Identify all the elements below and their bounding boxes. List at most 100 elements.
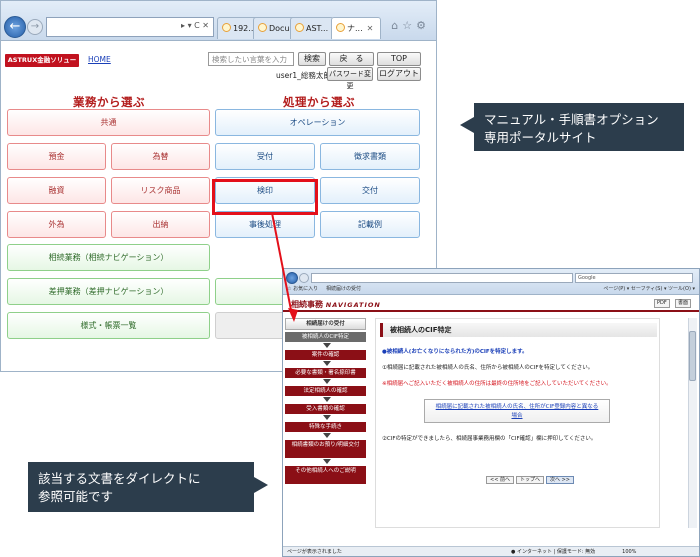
menu-button-seizure[interactable]: 差押業務（差押ナビゲーション） xyxy=(7,278,210,305)
command-bar[interactable]: ページ(P) ▾ セーフティ(S) ▾ ツール(O) ▾ xyxy=(603,285,695,292)
browser-tab[interactable]: AST... xyxy=(290,17,334,39)
back-arrow-icon[interactable] xyxy=(286,272,298,284)
address-bar[interactable]: ▸ ▾ C ✕ xyxy=(46,17,214,37)
menu-button-financing[interactable]: 融資 xyxy=(7,177,106,204)
down-arrow-icon xyxy=(322,459,331,464)
home-icon[interactable]: ⌂ xyxy=(391,19,402,32)
down-arrow-icon xyxy=(322,397,331,402)
search-input[interactable]: Google xyxy=(575,273,693,283)
logo-suffix: NAVIGATION xyxy=(325,301,381,309)
forward-arrow-icon[interactable] xyxy=(299,273,309,283)
section-title-process: 処理から選ぶ xyxy=(283,95,355,109)
menu-button-common[interactable]: 共通 xyxy=(7,109,210,136)
step-item[interactable]: 被相続人のCIF特定 xyxy=(285,332,366,342)
password-change-button[interactable]: パスワード変更 xyxy=(327,67,373,90)
globe-icon: ● xyxy=(511,549,516,555)
close-tab-icon[interactable]: ✕ xyxy=(367,24,374,33)
menu-button-collection[interactable]: 徴求書類 xyxy=(320,143,420,170)
next-button[interactable]: 次へ >> xyxy=(545,476,574,484)
callout-text-line: 参照可能です xyxy=(38,489,114,504)
menu-button-inheritance[interactable]: 相続業務（相続ナビゲーション） xyxy=(7,244,210,271)
link-text-line: 場合 xyxy=(511,413,523,419)
address-bar[interactable] xyxy=(311,273,573,283)
down-arrow-icon xyxy=(322,433,331,438)
content-panel: 被相続人のCIF特定 ●被相続人(お亡くなりになられた方)のCIFを特定します。… xyxy=(375,318,660,528)
step-item[interactable]: 法定相続人の確認 xyxy=(285,386,366,396)
status-bar: ページが表示されました ● インターネット | 保護モード: 無効 100% xyxy=(283,546,699,556)
step-item[interactable]: その他相続人へのご説明 xyxy=(285,466,366,484)
favorites-bar: ☆ お気に入り 相続届けの受付 xyxy=(287,285,361,292)
down-arrow-icon xyxy=(322,361,331,366)
down-arrow-icon xyxy=(322,343,331,348)
page-icon xyxy=(336,23,345,32)
logout-button[interactable]: ログアウト xyxy=(377,67,421,81)
zoom-level[interactable]: 100% xyxy=(622,549,636,555)
menu-button-risk[interactable]: リスク商品 xyxy=(111,177,210,204)
menu-button-office[interactable]: 事後処理 xyxy=(215,211,315,238)
page-icon xyxy=(295,23,304,32)
site-header: 相続事務 NAVIGATION PDF 書面 xyxy=(283,296,699,312)
gear-icon[interactable]: ⚙ xyxy=(416,19,430,32)
menu-button-disbursement[interactable]: 出納 xyxy=(111,211,210,238)
step-item[interactable]: 必要な書類・署名捺印書 xyxy=(285,368,366,378)
down-arrow-icon xyxy=(322,379,331,384)
step-navigation-title: 相続届けの受付 xyxy=(285,318,366,330)
star-icon[interactable]: ☆ xyxy=(287,286,291,292)
menu-button-receipt[interactable]: 受付 xyxy=(215,143,315,170)
content-warning: ※相続届へご記入いただく被相続人の住所は最終の住所地をご記入していただいてくださ… xyxy=(382,381,612,387)
callout-text-line: マニュアル・手順書オプション xyxy=(484,112,659,127)
status-text: ページが表示されました xyxy=(287,549,342,555)
menu-button-forms[interactable]: 様式・帳票一覧 xyxy=(7,312,210,339)
callout-pointer xyxy=(254,477,268,493)
menu-button-foreign[interactable]: 外為 xyxy=(7,211,106,238)
star-icon[interactable]: ☆ xyxy=(402,19,416,32)
callout-text-line: 専用ポータルサイト xyxy=(484,130,597,145)
content-paragraph: ②CIFの特定ができましたら、相続届事業務用欄の「CIF確認」欄に押印してくださ… xyxy=(382,436,597,442)
user-label: user1_総務太郎 xyxy=(276,71,331,80)
menu-button-deposit[interactable]: 預金 xyxy=(7,143,106,170)
step-item[interactable]: 相続書類のお預り/明細交付 xyxy=(285,440,366,458)
search-input[interactable]: 検索したい言葉を入力 xyxy=(208,52,294,66)
security-zone: ● インターネット | 保護モード: 無効 100% xyxy=(511,549,637,555)
brand-logo: ASTRUX金融ソリューション xyxy=(5,54,79,77)
callout-direct-reference: 該当する文書をダイレクトに 参照可能です xyxy=(28,462,268,512)
browser-toolbar: Google ☆ お気に入り 相続届けの受付 ページ(P) ▾ セーフティ(S)… xyxy=(283,269,699,295)
forward-arrow-icon[interactable]: → xyxy=(27,19,43,35)
browser-toolbar-icons: ⌂☆⚙ xyxy=(391,19,430,32)
content-bullet: ●被相続人(お亡くなりになられた方)のCIFを特定します。 xyxy=(382,349,528,355)
navigation-browser-window: Google ☆ お気に入り 相続届けの受付 ページ(P) ▾ セーフティ(S)… xyxy=(282,268,700,557)
pdf-button[interactable]: PDF xyxy=(654,299,670,308)
page-icon xyxy=(222,23,231,32)
print-button[interactable]: 書面 xyxy=(675,299,692,308)
refresh-icon[interactable]: ▸ ▾ C ✕ xyxy=(181,21,209,30)
content-title: 被相続人のCIF特定 xyxy=(380,323,657,337)
tab-title[interactable]: 相続届けの受付 xyxy=(326,286,361,292)
home-link[interactable]: HOME xyxy=(88,55,111,64)
step-item[interactable]: 案件の確認 xyxy=(285,350,366,360)
menu-button-exchange[interactable]: 為替 xyxy=(111,143,210,170)
back-button[interactable]: 戻 る xyxy=(329,52,374,66)
back-arrow-icon[interactable]: ← xyxy=(4,16,26,38)
callout-text-line: 該当する文書をダイレクトに xyxy=(38,471,201,486)
page-icon xyxy=(258,23,267,32)
step-item[interactable]: 特殊な手続き xyxy=(285,422,366,432)
cif-mismatch-link[interactable]: 相続届に記載された被相続人の氏名、住所がCIF登録内容と異なる 場合 xyxy=(424,399,610,423)
step-navigation: 相続届けの受付 被相続人のCIF特定 案件の確認 必要な書類・署名捺印書 法定相… xyxy=(285,318,368,528)
scrollbar-thumb[interactable] xyxy=(689,331,696,381)
link-text-line: 相続届に記載された被相続人の氏名、住所がCIF登録内容と異なる xyxy=(435,404,599,410)
menu-button-issuance[interactable]: 交付 xyxy=(320,177,420,204)
favorites-label[interactable]: お気に入り xyxy=(293,286,318,292)
browser-tab-active[interactable]: ナ... ✕ xyxy=(331,17,381,39)
top-button[interactable]: TOP xyxy=(377,52,421,66)
highlight-frame xyxy=(212,179,318,215)
prev-button[interactable]: << 前へ xyxy=(486,476,514,484)
search-button[interactable]: 検索 xyxy=(298,52,326,66)
top-button[interactable]: トップへ xyxy=(515,476,544,484)
navigation-logo: 相続事務 NAVIGATION xyxy=(291,299,381,310)
menu-button-operation[interactable]: オペレーション xyxy=(215,109,420,136)
search-engine-label: Google xyxy=(578,275,596,281)
down-arrow-icon xyxy=(322,415,331,420)
menu-button-examples[interactable]: 記載例 xyxy=(320,211,420,238)
step-item[interactable]: 受入書類の確認 xyxy=(285,404,366,414)
logo-text: 相続事務 xyxy=(291,300,323,309)
